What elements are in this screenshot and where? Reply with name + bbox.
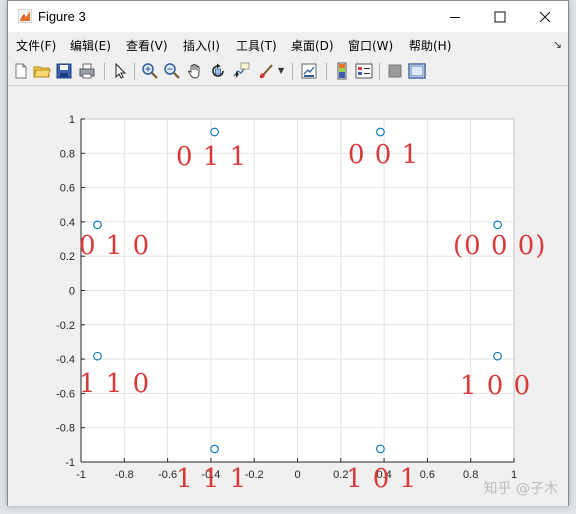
- annotation-000: (0 0 0): [453, 231, 547, 261]
- y-tick-label: -0.4: [56, 354, 75, 366]
- zoom-in-icon[interactable]: [141, 62, 159, 80]
- menu-view[interactable]: 查看(V): [126, 37, 168, 54]
- annotation-001: 0 0 1: [348, 140, 420, 170]
- x-tick-label: -0.2: [245, 469, 264, 481]
- toolbar-separator: [379, 63, 380, 80]
- y-tick-label: 1: [69, 114, 75, 126]
- toolbar-separator: [134, 63, 135, 80]
- legend-icon[interactable]: [355, 62, 373, 80]
- toolbar-separator: [326, 63, 327, 80]
- background-bottom-strip: [0, 506, 576, 514]
- menu-window[interactable]: 窗口(W): [348, 37, 393, 54]
- toolbar-separator: [104, 63, 105, 80]
- menu-file[interactable]: 文件(F): [16, 37, 56, 54]
- y-tick-label: 0.8: [60, 148, 75, 160]
- hide-plot-tools-icon[interactable]: [386, 62, 404, 80]
- title-bar[interactable]: Figure 3: [8, 1, 568, 32]
- pan-hand-icon[interactable]: [186, 62, 204, 80]
- maximize-button[interactable]: [477, 1, 523, 32]
- minimize-icon: [450, 16, 460, 18]
- y-tick-label: -0.8: [56, 423, 75, 435]
- menu-dock-arrow-icon[interactable]: ↘: [553, 38, 562, 51]
- show-plot-tools-icon[interactable]: [408, 62, 426, 80]
- background-left-strip: [0, 0, 7, 514]
- link-plot-icon[interactable]: [300, 62, 318, 80]
- y-tick-label: 0: [69, 286, 75, 298]
- x-tick-label: -0.6: [158, 469, 177, 481]
- y-tick-label: -0.6: [56, 388, 75, 400]
- annotation-111: 1 1 1: [176, 464, 248, 494]
- open-file-icon[interactable]: [33, 62, 51, 80]
- annotation-101: 1 0 1: [346, 464, 418, 494]
- x-tick-label: 0.8: [463, 469, 478, 481]
- window-title: Figure 3: [38, 9, 86, 24]
- figure-window: Figure 3 文件(F) 编辑(E) 查看(V) 插入(I) 工具(T) 桌…: [7, 0, 569, 506]
- brush-dropdown-icon[interactable]: ▼: [278, 66, 284, 75]
- annotation-100: 1 0 0: [460, 371, 532, 401]
- zoom-out-icon[interactable]: [163, 62, 181, 80]
- new-figure-icon[interactable]: [12, 62, 30, 80]
- menu-tools[interactable]: 工具(T): [236, 37, 277, 54]
- toolbar-separator: [292, 63, 293, 80]
- y-tick-label: 0.4: [60, 217, 75, 229]
- select-arrow-icon[interactable]: [111, 62, 129, 80]
- matlab-logo-icon: [18, 9, 32, 23]
- y-tick-label: -0.2: [56, 320, 75, 332]
- scatter-plot[interactable]: -1 -0.8 -0.6 -0.4 -0.2 0 0.2 0.4 0.6 0.8 110.80.60…: [8, 86, 568, 506]
- menu-insert[interactable]: 插入(I): [183, 37, 220, 54]
- y-tick-label: 0.2: [60, 251, 75, 263]
- rotate-3d-icon[interactable]: [209, 62, 227, 80]
- save-icon[interactable]: [55, 62, 73, 80]
- menu-edit[interactable]: 编辑(E): [70, 37, 111, 54]
- x-tick-label: -0.8: [115, 469, 134, 481]
- annotation-110: 1 1 0: [79, 369, 151, 399]
- maximize-icon: [494, 11, 506, 22]
- y-tick-label: -1: [65, 457, 75, 469]
- y-tick-label: 0.6: [60, 183, 75, 195]
- menu-help[interactable]: 帮助(H): [409, 37, 451, 54]
- x-tick-label: -1: [76, 469, 86, 481]
- background-right-strip: [569, 0, 576, 514]
- close-icon: [539, 11, 551, 22]
- data-cursor-icon[interactable]: [232, 62, 250, 80]
- menu-bar: 文件(F) 编辑(E) 查看(V) 插入(I) 工具(T) 桌面(D) 窗口(W…: [8, 33, 568, 57]
- close-button[interactable]: [522, 1, 568, 32]
- minimize-button[interactable]: [432, 1, 478, 32]
- figure-toolbar: ▼: [8, 58, 568, 86]
- print-icon[interactable]: [78, 62, 96, 80]
- colorbar-icon[interactable]: [333, 62, 351, 80]
- brush-icon[interactable]: [257, 62, 275, 80]
- watermark: 知乎 @子木: [483, 481, 558, 497]
- x-tick-label: 0.6: [420, 469, 435, 481]
- x-tick-label: 0: [294, 469, 300, 481]
- figure-canvas: -1 -0.8 -0.6 -0.4 -0.2 0 0.2 0.4 0.6 0.8 1 1 0.8 0.6 0…: [8, 86, 568, 506]
- annotation-010: 0 1 0: [79, 231, 151, 261]
- menu-desktop[interactable]: 桌面(D): [291, 37, 334, 54]
- annotation-011: 0 1 1: [176, 142, 248, 172]
